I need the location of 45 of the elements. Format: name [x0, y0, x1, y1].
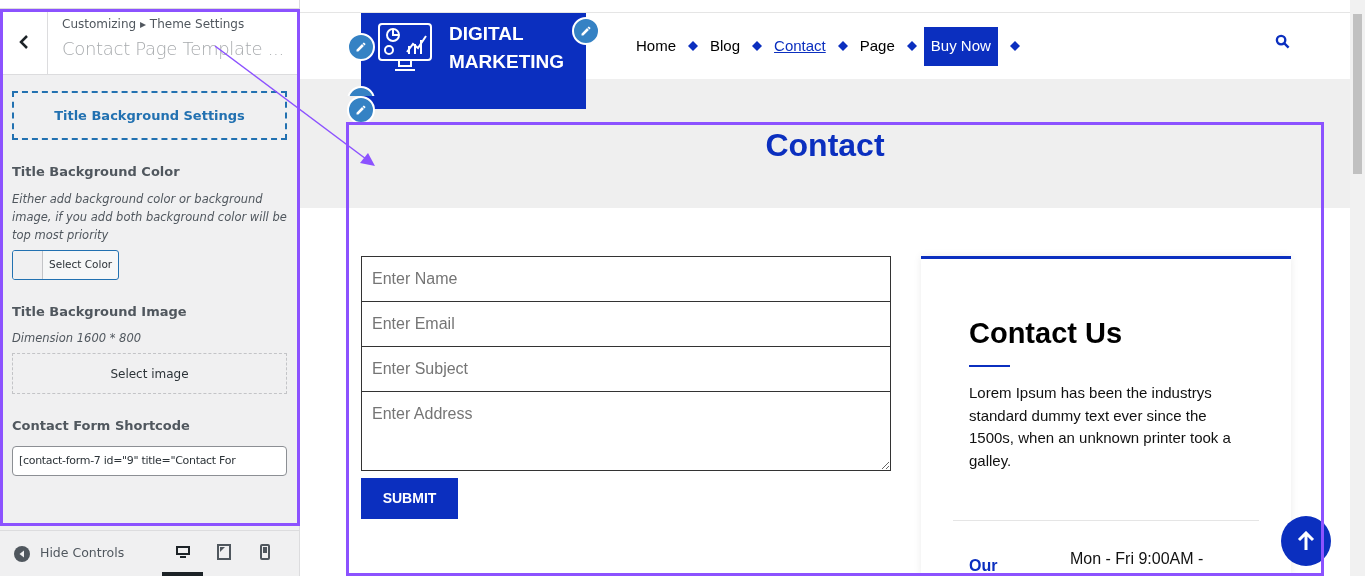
- buy-now-button[interactable]: Buy Now: [923, 27, 998, 66]
- color-picker-button[interactable]: Select Color: [12, 249, 120, 280]
- text-field[interactable]: Enter Subject: [361, 346, 891, 392]
- section-title: Contact Page Template ...: [62, 37, 285, 61]
- diamond-icon: [752, 41, 763, 52]
- site-logo[interactable]: DIGITAL MARKETING: [361, 13, 586, 110]
- field-description: Either add background color or background image, if you add both background color will be top most priority: [12, 190, 287, 244]
- nav-link[interactable]: Contact: [774, 35, 826, 58]
- info-label: Our: [969, 556, 999, 576]
- arrow-up-icon: [1297, 531, 1315, 551]
- diamond-icon: [688, 41, 698, 52]
- desktop-icon: [174, 543, 191, 560]
- shortcode-field[interactable]: [contact-form-7 id="9" title="Contact For: [12, 445, 287, 476]
- card-text: Lorem Ipsum has been the industrys standard dummy text ever since the 1500s, when an unknown printer took a galley.: [969, 383, 1232, 471]
- diamond-icon: [906, 41, 917, 52]
- field-label: Title Background Image: [12, 302, 188, 321]
- diamond-icon: [1009, 41, 1020, 52]
- back-icon: [18, 34, 29, 49]
- search-icon[interactable]: [1275, 34, 1290, 50]
- nav-link[interactable]: Blog: [710, 35, 741, 58]
- diamond-icon: [837, 41, 848, 52]
- select-image-button[interactable]: Select image: [12, 353, 287, 394]
- scrollbar[interactable]: [1350, 0, 1365, 576]
- collapse-icon: [14, 545, 30, 562]
- section-button[interactable]: Title Background Settings: [12, 91, 287, 140]
- address-field[interactable]: Enter Address: [361, 391, 891, 471]
- mobile-icon: [259, 543, 270, 560]
- card-title: Contact Us: [969, 316, 1124, 351]
- submit-button[interactable]: SUBMIT: [361, 478, 458, 519]
- edit-icon[interactable]: [347, 33, 375, 61]
- field-label: Contact Form Shortcode: [12, 417, 191, 435]
- text-field[interactable]: Enter Name: [361, 256, 891, 302]
- logo-text: DIGITAL MARKETING: [449, 22, 565, 75]
- field-label: Title Background Color: [12, 163, 181, 181]
- opening-hours: Mon - Fri 9:00AM -: [1070, 549, 1204, 569]
- text-field[interactable]: Enter Email: [361, 301, 891, 347]
- nav-link[interactable]: Home: [636, 35, 676, 58]
- color-swatch: [13, 250, 43, 279]
- tablet-icon: [216, 543, 231, 560]
- nav-link[interactable]: Page: [859, 35, 895, 58]
- page-title: Contact: [765, 127, 885, 164]
- field-description: Dimension 1600 * 800: [12, 330, 143, 347]
- edit-icon[interactable]: [572, 17, 600, 45]
- breadcrumb: Customizing ▸ Theme Settings: [62, 16, 246, 33]
- hide-controls-button[interactable]: Hide Controls: [14, 544, 125, 563]
